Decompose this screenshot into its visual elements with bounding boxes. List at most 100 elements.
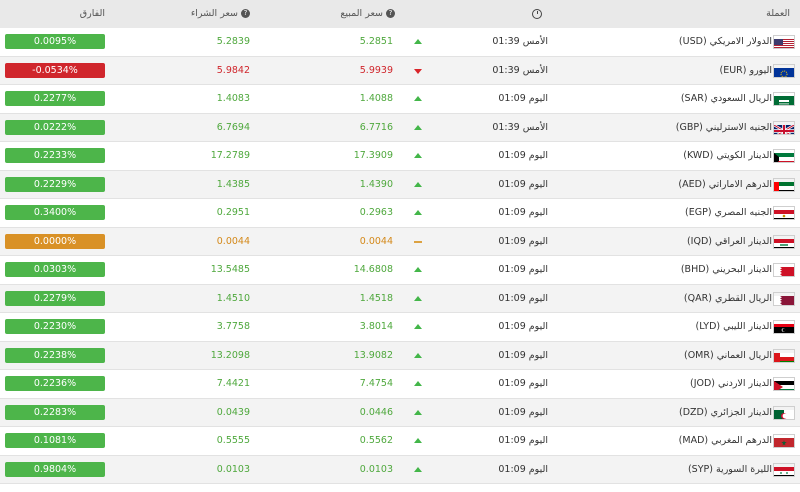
table-row[interactable]: الجنيه الاسترليني (GBP) الأمس 01:39 6.7716… <box>0 113 800 142</box>
currency-name: الجنيه المصري (EGP) <box>685 207 772 218</box>
update-time: اليوم 01:09 <box>498 378 548 389</box>
help-icon[interactable]: ? <box>386 9 395 18</box>
flag-gb-icon <box>773 120 795 135</box>
diff-badge: 0.1081% <box>5 433 105 448</box>
trend-up-icon <box>414 153 422 158</box>
flag-kw-icon <box>773 149 795 163</box>
buy-price: 7.4421 <box>216 378 250 389</box>
update-time: اليوم 01:09 <box>498 207 548 218</box>
clock-icon <box>532 9 542 19</box>
update-time: اليوم 01:09 <box>498 150 548 161</box>
table-header: العملة ?سعر المبيع ?سعر الشراء الفارق <box>0 0 800 29</box>
update-time: اليوم 01:09 <box>498 235 548 247</box>
update-time: اليوم 01:09 <box>498 292 548 304</box>
flag-ae-icon <box>773 177 795 192</box>
currency-name: الدينار العراقي (IQD) <box>686 235 772 247</box>
buy-price: 0.0439 <box>216 406 250 418</box>
table-row[interactable]: الدينار الاردني (JOD) اليوم 01:09 7.4754 7.… <box>0 370 800 399</box>
currency-name: الريال العماني (OMR) <box>683 349 772 361</box>
currency-name: الدينار الكويتي (KWD) <box>683 150 772 161</box>
buy-price: 1.4510 <box>216 292 250 304</box>
flag-eu-icon <box>773 63 795 78</box>
table-row[interactable]: الدينار البحريني (BHD) اليوم 01:09 14.6808… <box>0 256 800 285</box>
diff-badge: 0.0222% <box>5 119 105 135</box>
currency-name: الريال السعودي (SAR) <box>680 93 772 104</box>
sell-price: 3.8014 <box>359 321 393 332</box>
buy-price: 1.4083 <box>216 93 250 104</box>
help-icon[interactable]: ? <box>241 9 250 18</box>
update-time: الأمس 01:39 <box>492 64 548 76</box>
sell-price: 0.0103 <box>359 463 393 475</box>
sell-price: 0.2963 <box>359 207 393 218</box>
table-row[interactable]: الدينار العراقي (IQD) اليوم 01:09 0.0044 0.… <box>0 227 800 256</box>
table-row[interactable]: الليرة السورية (SYP) اليوم 01:09 0.0103 0.0… <box>0 455 800 484</box>
table-row[interactable]: الدينار الليبي (LYD) اليوم 01:09 3.8014 3.7… <box>0 313 800 342</box>
update-time: اليوم 01:09 <box>498 406 548 418</box>
diff-badge: 0.2279% <box>5 290 105 306</box>
sell-price: 7.4754 <box>359 378 393 389</box>
table-row[interactable]: الريال القطري (QAR) اليوم 01:09 1.4518 1.45… <box>0 284 800 313</box>
update-time: اليوم 01:09 <box>498 178 548 190</box>
diff-badge: 0.0000% <box>5 233 105 249</box>
flag-dz-icon <box>773 405 795 420</box>
buy-price: 17.2789 <box>210 150 250 161</box>
currency-name: الريال القطري (QAR) <box>683 292 772 304</box>
table-row[interactable]: الريال السعودي (SAR) اليوم 01:09 1.4088 1.4… <box>0 85 800 114</box>
table-row[interactable]: الدرهم الاماراتي (AED) اليوم 01:09 1.4390 1… <box>0 170 800 199</box>
sell-price: 1.4518 <box>359 292 393 304</box>
header-sell: ?سعر المبيع <box>330 0 395 28</box>
trend-up-icon <box>414 181 422 187</box>
currency-name: الدينار الاردني (JOD) <box>689 378 772 389</box>
buy-price: 0.5555 <box>216 435 250 446</box>
update-time: اليوم 01:09 <box>498 264 548 275</box>
sell-price: 1.4390 <box>359 178 393 190</box>
diff-badge: 0.2238% <box>5 347 105 363</box>
buy-price: 13.5485 <box>210 264 250 275</box>
diff-badge: 0.2277% <box>5 91 105 106</box>
flag-bh-icon <box>773 263 795 277</box>
trend-up-icon <box>414 96 422 101</box>
header-buy: ?سعر الشراء <box>185 0 250 28</box>
trend-up-icon <box>414 381 422 386</box>
table-row[interactable]: الدينار الكويتي (KWD) اليوم 01:09 17.3909 1… <box>0 142 800 171</box>
update-time: اليوم 01:09 <box>498 463 548 475</box>
diff-badge: -0.0534% <box>5 62 105 78</box>
diff-badge: 0.0303% <box>5 262 105 277</box>
buy-price: 0.0044 <box>216 235 250 247</box>
trend-up-icon <box>414 124 422 130</box>
trend-flat-icon <box>414 240 422 243</box>
currency-name: الدينار البحريني (BHD) <box>680 264 772 275</box>
table-row[interactable]: الدرهم المغربي (MAD) اليوم 01:09 0.5562 0.5… <box>0 427 800 456</box>
diff-badge: 0.2229% <box>5 176 105 192</box>
flag-ma-icon <box>773 434 795 448</box>
currency-name: الدينار الليبي (LYD) <box>695 321 772 332</box>
trend-up-icon <box>414 409 422 415</box>
buy-price: 13.2098 <box>210 349 250 361</box>
buy-price: 3.7758 <box>216 321 250 332</box>
update-time: اليوم 01:09 <box>498 93 548 104</box>
table-row[interactable]: الريال العماني (OMR) اليوم 01:09 13.9082 13… <box>0 341 800 370</box>
sell-price: 5.2851 <box>359 36 393 47</box>
sell-price: 0.0446 <box>359 406 393 418</box>
trend-up-icon <box>414 466 422 472</box>
diff-badge: 0.2236% <box>5 376 105 391</box>
table-row[interactable]: اليورو (EUR) الأمس 01:39 5.9939 5.9842 -0.05… <box>0 56 800 85</box>
buy-price: 1.4385 <box>216 178 250 190</box>
buy-price: 0.0103 <box>216 463 250 475</box>
currency-name: الليرة السورية (SYP) <box>687 463 772 475</box>
table-row[interactable]: الجنيه المصري (EGP) اليوم 01:09 0.2963 0.29… <box>0 199 800 228</box>
flag-iq-icon <box>773 234 795 249</box>
trend-up-icon <box>414 267 422 272</box>
table-row[interactable]: الدينار الجزائري (DZD) اليوم 01:09 0.0446 0… <box>0 398 800 427</box>
update-time: اليوم 01:09 <box>498 349 548 361</box>
flag-eg-icon <box>773 206 795 220</box>
buy-price: 5.2839 <box>216 36 250 47</box>
buy-price: 6.7694 <box>216 121 250 133</box>
buy-price: 5.9842 <box>216 64 250 76</box>
diff-badge: 0.0095% <box>5 34 105 49</box>
currency-name: الدولار الامريكي (USD) <box>678 36 772 47</box>
flag-sy-icon <box>773 462 795 477</box>
table-row[interactable]: الدولار الامريكي (USD) الأمس 01:39 5.2851 5… <box>0 28 800 57</box>
flag-usa-icon <box>773 35 795 49</box>
flag-jo-icon <box>773 377 795 391</box>
